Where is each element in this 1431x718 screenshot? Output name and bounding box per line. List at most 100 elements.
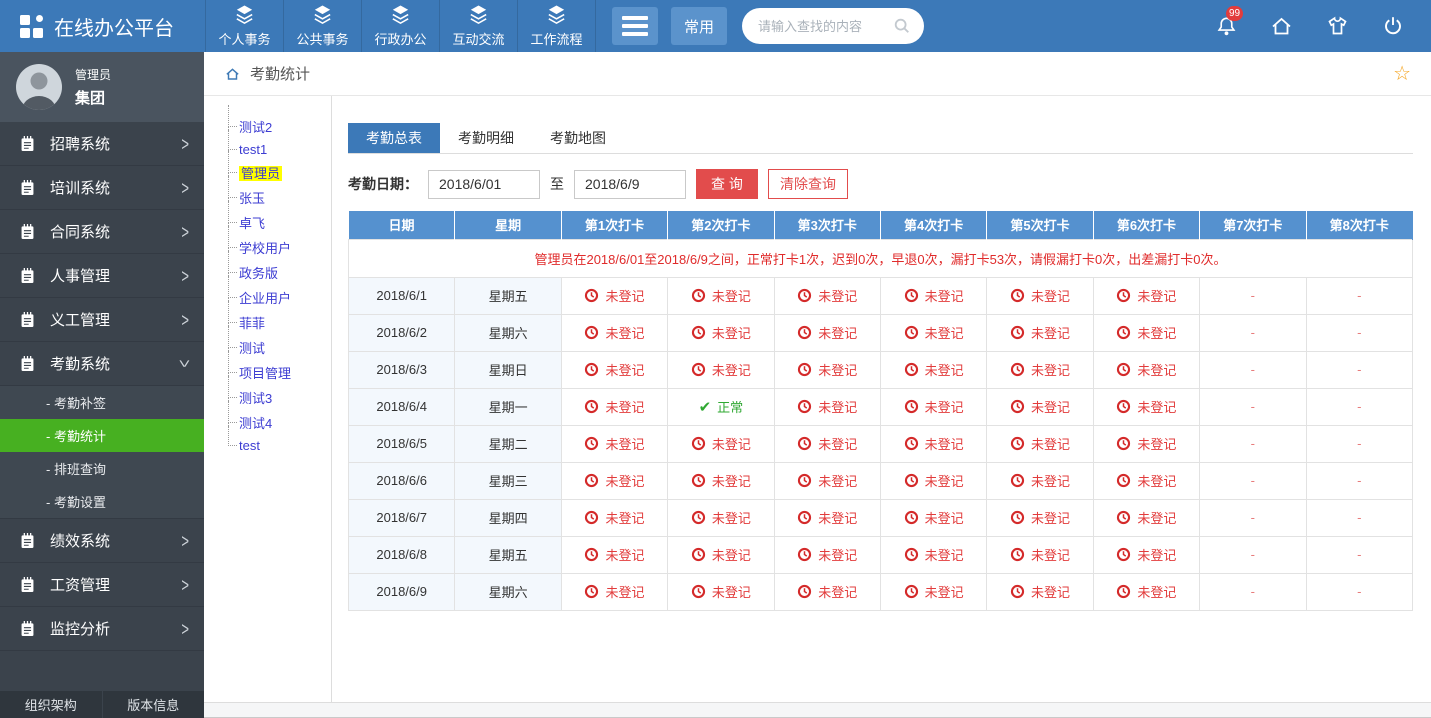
check-cell: - [1200, 277, 1306, 314]
check-cell: 未登记 [880, 425, 986, 462]
check-cell: 未登记 [774, 536, 880, 573]
check-cell: 未登记 [774, 314, 880, 351]
summary-text: 管理员在2018/6/01至2018/6/9之间，正常打卡1次，迟到0次，早退0… [349, 239, 1413, 277]
sidebar-item-4[interactable]: 义工管理> [0, 298, 204, 342]
tree-item-11[interactable]: 测试3 [230, 385, 331, 410]
clock-icon [904, 325, 919, 340]
check-cell: - [1306, 277, 1412, 314]
check-cell: 未登记 [880, 388, 986, 425]
check-cell: - [1306, 499, 1412, 536]
sidebar-subitem-0[interactable]: - 考勤补签 [0, 386, 204, 419]
clock-icon [584, 547, 599, 562]
nav-item-5[interactable]: 工作流程 [517, 0, 595, 52]
sidebar-subitem-3[interactable]: - 考勤设置 [0, 485, 204, 518]
hamburger-menu-button[interactable] [612, 7, 658, 45]
tab-0[interactable]: 考勤总表 [348, 123, 440, 153]
tree-item-0[interactable]: 测试2 [230, 114, 331, 139]
sidebar-item-5[interactable]: 考勤系统> [0, 342, 204, 386]
date-from-input[interactable] [428, 170, 540, 199]
nav-item-4[interactable]: 互动交流 [439, 0, 517, 52]
query-button[interactable]: 查 询 [696, 169, 758, 199]
column-header-2: 第1次打卡 [561, 211, 667, 239]
home-icon[interactable] [1269, 14, 1294, 38]
layers-icon [465, 4, 492, 27]
clock-icon [691, 288, 706, 303]
chevron-icon: > [174, 360, 197, 368]
tree-item-3[interactable]: 张玉 [230, 185, 331, 210]
sidebar-item-8[interactable]: 监控分析> [0, 607, 204, 651]
tree-item-8[interactable]: 菲菲 [230, 310, 331, 335]
attendance-row: 2018/6/3星期日未登记未登记未登记未登记未登记未登记-- [349, 351, 1413, 388]
sidebar-item-1[interactable]: 培训系统> [0, 166, 204, 210]
check-cell: 未登记 [668, 573, 774, 610]
clear-query-button[interactable]: 清除查询 [768, 169, 848, 199]
clock-icon [1116, 362, 1131, 377]
attendance-row: 2018/6/2星期六未登记未登记未登记未登记未登记未登记-- [349, 314, 1413, 351]
week-cell: 星期六 [455, 573, 561, 610]
check-cell: 未登记 [668, 277, 774, 314]
sidebar-item-0[interactable]: 招聘系统> [0, 122, 204, 166]
shirt-icon[interactable] [1325, 14, 1350, 38]
check-cell: - [1200, 573, 1306, 610]
nav-item-3[interactable]: 行政办公 [361, 0, 439, 52]
sidebar-subitem-1[interactable]: - 考勤统计 [0, 419, 204, 452]
common-button[interactable]: 常用 [671, 7, 727, 45]
check-cell: 未登记 [774, 462, 880, 499]
date-cell: 2018/6/3 [349, 351, 455, 388]
clock-icon [691, 547, 706, 562]
sidebar-item-6[interactable]: 绩效系统> [0, 519, 204, 563]
check-cell: 未登记 [774, 277, 880, 314]
breadcrumb: 考勤统计 ☆ [204, 52, 1431, 96]
tree-item-2[interactable]: 管理员 [230, 160, 331, 185]
check-cell: 未登记 [880, 277, 986, 314]
chevron-icon: > [181, 176, 189, 199]
check-cell: 未登记 [987, 388, 1093, 425]
tab-2[interactable]: 考勤地图 [532, 123, 624, 153]
tree-item-7[interactable]: 企业用户 [230, 285, 331, 310]
favorite-star-icon[interactable]: ☆ [1393, 64, 1411, 84]
avatar [16, 64, 62, 110]
breadcrumb-home-icon [224, 66, 241, 82]
clock-icon [584, 325, 599, 340]
column-header-1: 星期 [455, 211, 561, 239]
layers-icon [543, 4, 570, 27]
clock-icon [904, 510, 919, 525]
sidebar-item-7[interactable]: 工资管理> [0, 563, 204, 607]
check-cell: 未登记 [880, 351, 986, 388]
check-cell: 未登记 [561, 425, 667, 462]
attendance-row: 2018/6/1星期五未登记未登记未登记未登记未登记未登记-- [349, 277, 1413, 314]
tree-item-5[interactable]: 学校用户 [230, 235, 331, 260]
check-cell: - [1306, 536, 1412, 573]
power-icon[interactable] [1381, 14, 1405, 38]
search-icon [893, 17, 911, 35]
tree-item-10[interactable]: 项目管理 [230, 360, 331, 385]
sidebar-item-2[interactable]: 合同系统> [0, 210, 204, 254]
check-cell: 未登记 [561, 277, 667, 314]
check-cell: 未登记 [561, 462, 667, 499]
notifications-bell-icon[interactable]: 99 [1215, 14, 1238, 38]
org-structure-button[interactable]: 组织架构 [0, 691, 102, 718]
tree-item-9[interactable]: 测试 [230, 335, 331, 360]
date-to-input[interactable] [574, 170, 686, 199]
date-cell: 2018/6/8 [349, 536, 455, 573]
attendance-row: 2018/6/8星期五未登记未登记未登记未登记未登记未登记-- [349, 536, 1413, 573]
tab-1[interactable]: 考勤明细 [440, 123, 532, 153]
notebook-icon [18, 178, 37, 197]
sidebar-item-3[interactable]: 人事管理> [0, 254, 204, 298]
tree-item-6[interactable]: 政务版 [230, 260, 331, 285]
tree-item-1[interactable]: test1 [230, 139, 331, 160]
date-cell: 2018/6/4 [349, 388, 455, 425]
check-cell: 未登记 [668, 351, 774, 388]
nav-item-2[interactable]: 公共事务 [283, 0, 361, 52]
check-cell: - [1200, 351, 1306, 388]
sidebar-subitem-2[interactable]: - 排班查询 [0, 452, 204, 485]
clock-icon [584, 399, 599, 414]
check-cell: 未登记 [880, 499, 986, 536]
clock-icon [797, 362, 812, 377]
tree-item-4[interactable]: 卓飞 [230, 210, 331, 235]
tree-item-12[interactable]: 测试4 [230, 410, 331, 435]
nav-item-1[interactable]: 个人事务 [205, 0, 283, 52]
clock-icon [797, 510, 812, 525]
version-info-button[interactable]: 版本信息 [103, 691, 205, 718]
tree-item-13[interactable]: test [230, 435, 331, 456]
